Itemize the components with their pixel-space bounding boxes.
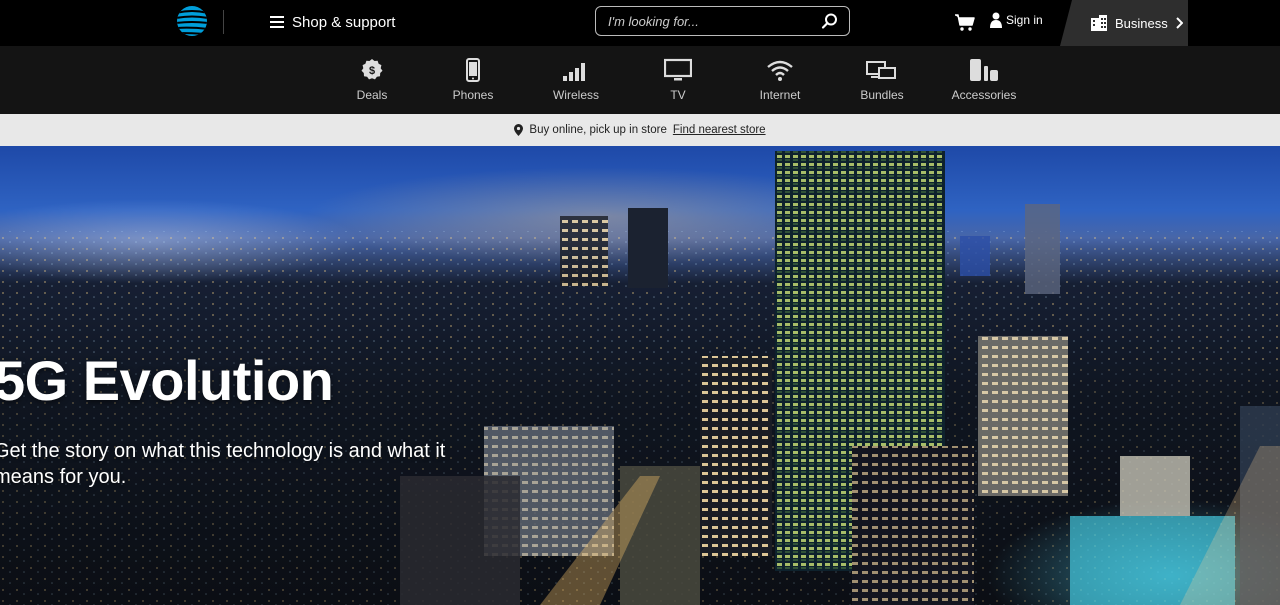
nav-item-label: Internet (759, 88, 801, 102)
nav-item-tv[interactable]: TV (633, 58, 723, 102)
cart-icon[interactable] (954, 12, 976, 32)
nav-item-label: Deals (356, 88, 388, 102)
search-box (595, 6, 850, 36)
nav-item-label: Wireless (552, 88, 599, 102)
category-nav: $ Deals Phones Wireless TV Internet Bund… (0, 46, 1280, 114)
nav-item-internet[interactable]: Internet (735, 58, 825, 102)
nav-item-label: Accessories (951, 88, 1017, 102)
nav-item-deals[interactable]: $ Deals (327, 58, 417, 102)
nav-item-bundles[interactable]: Bundles (837, 58, 927, 102)
business-link[interactable]: Business (1060, 0, 1188, 46)
sign-in-link[interactable]: Sign in (990, 12, 1043, 28)
store-pickup-text: Buy online, pick up in store (529, 124, 667, 136)
phone-icon (466, 58, 480, 82)
nav-item-wireless[interactable]: Wireless (531, 58, 621, 102)
sign-in-label: Sign in (1006, 13, 1043, 27)
dollar-badge-icon: $ (361, 59, 383, 80)
nav-item-label: Bundles (860, 88, 904, 102)
shop-support-menu[interactable]: Shop & support (270, 12, 395, 32)
user-icon (990, 12, 1002, 28)
building-icon (1091, 15, 1107, 31)
nav-item-label: TV (670, 88, 686, 102)
signal-bars-icon (563, 63, 585, 81)
hero-title: 5G Evolution (0, 349, 334, 412)
bundles-icon (866, 61, 896, 79)
accessories-icon (970, 59, 998, 81)
find-nearest-store-link[interactable]: Find nearest store (673, 124, 766, 136)
location-pin-icon (514, 124, 524, 136)
search-icon[interactable] (821, 12, 839, 30)
search-input[interactable] (608, 12, 808, 30)
hero-banner[interactable]: 5G Evolution Get the story on what this … (0, 146, 1280, 605)
nav-item-phones[interactable]: Phones (428, 58, 518, 102)
shop-support-label: Shop & support (292, 13, 396, 31)
chevron-right-icon (1176, 17, 1183, 29)
store-pickup-banner: Buy online, pick up in store Find neares… (0, 114, 1280, 146)
nav-item-accessories[interactable]: Accessories (939, 58, 1029, 102)
nav-item-label: Phones (452, 88, 494, 102)
hamburger-menu-icon (270, 16, 284, 28)
top-header: Shop & support Sign in Business (0, 0, 1280, 46)
wifi-icon (767, 60, 793, 81)
svg-text:$: $ (369, 65, 375, 77)
hero-subtitle: Get the story on what this technology is… (0, 440, 446, 488)
att-globe-icon[interactable] (176, 5, 208, 37)
business-label: Business (1115, 15, 1168, 31)
tv-icon (664, 58, 692, 81)
header-divider (223, 10, 224, 34)
